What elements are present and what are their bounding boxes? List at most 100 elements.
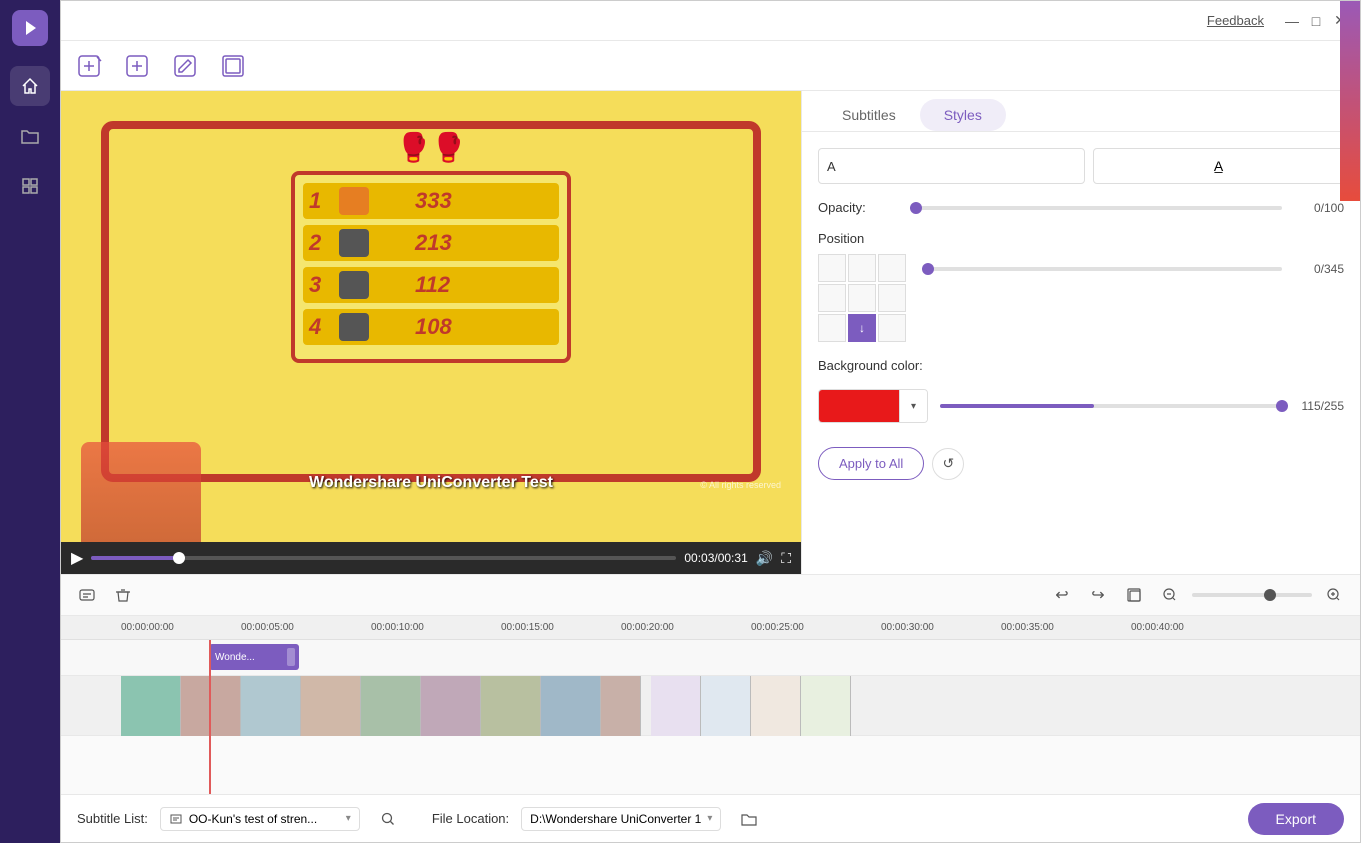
fullscreen-icon[interactable]: ⛶	[781, 550, 791, 567]
file-location-label: File Location:	[432, 811, 509, 826]
color-picker-button[interactable]: ▾	[818, 389, 928, 423]
toolbar-layout-icon[interactable]	[217, 50, 249, 82]
apply-to-all-button[interactable]: Apply to All	[818, 447, 924, 480]
right-panel: Subtitles Styles A A̲ Op	[801, 91, 1360, 574]
color-dropdown-arrow[interactable]: ▾	[899, 390, 927, 422]
video-watermark: Wondershare UniConverter Test	[309, 474, 553, 492]
file-path-value: D:\Wondershare UniConverter 1	[530, 812, 701, 826]
font-underline-btn[interactable]: A̲	[1093, 148, 1344, 184]
pos-cell-ml[interactable]	[818, 284, 846, 312]
pos-cell-bc[interactable]: ↓	[848, 314, 876, 342]
subtitle-track: Wonde...	[61, 640, 1360, 676]
timeline-cursor[interactable]	[209, 640, 211, 794]
search-button[interactable]	[372, 803, 404, 835]
sidebar-item-tools[interactable]	[10, 166, 50, 206]
pos-cell-mr[interactable]	[878, 284, 906, 312]
thumb-3	[241, 676, 301, 736]
thumb-12	[751, 676, 801, 736]
pos-cell-tl[interactable]	[818, 254, 846, 282]
undo-button[interactable]: ↩	[1048, 581, 1076, 609]
thumb-6	[421, 676, 481, 736]
thumb-11	[701, 676, 751, 736]
folder-button[interactable]	[733, 803, 765, 835]
panel-tabs: Subtitles Styles	[802, 91, 1360, 132]
redo-button[interactable]: ↪	[1084, 581, 1112, 609]
titlebar: Feedback — □ ✕	[61, 1, 1360, 41]
thumb-2	[181, 676, 241, 736]
bottom-bar: Subtitle List: OO-Kun's test of stren...…	[61, 794, 1360, 842]
thumb-8	[541, 676, 601, 736]
zoom-out-button[interactable]	[1156, 581, 1184, 609]
subtitle-icon	[169, 812, 183, 826]
font-style-row: A A̲	[818, 148, 1344, 184]
play-button[interactable]: ▶	[71, 548, 83, 568]
thumb-5	[361, 676, 421, 736]
subtitle-select[interactable]: OO-Kun's test of stren... ▾	[160, 807, 360, 831]
zoom-slider[interactable]	[1192, 593, 1312, 597]
subtitle-clip-label: Wonde...	[215, 652, 255, 663]
pos-cell-tc[interactable]	[848, 254, 876, 282]
thumb-1	[121, 676, 181, 736]
position-slider[interactable]	[922, 267, 1282, 271]
maximize-button[interactable]: □	[1308, 13, 1324, 29]
zoom-in-button[interactable]	[1320, 581, 1348, 609]
subtitle-list-label: Subtitle List:	[77, 811, 148, 826]
subtitle-clip[interactable]: Wonde...	[209, 644, 299, 670]
delete-tool-icon[interactable]	[109, 581, 137, 609]
toolbar-new-icon[interactable]	[73, 50, 105, 82]
opacity-row: Opacity: 0/100	[818, 200, 1344, 215]
position-value: 0/345	[1294, 262, 1344, 276]
tab-styles[interactable]: Styles	[920, 99, 1006, 131]
ruler-mark-4: 00:00:20:00	[621, 622, 674, 633]
toolbar-edit-icon[interactable]	[169, 50, 201, 82]
thumb-9	[601, 676, 641, 736]
font-preview[interactable]: A	[818, 148, 1085, 184]
subtitle-select-arrow: ▾	[346, 813, 351, 824]
pos-cell-tr[interactable]	[878, 254, 906, 282]
time-display: 00:03/00:31	[684, 551, 747, 565]
feedback-link[interactable]: Feedback	[1207, 13, 1264, 28]
position-slider-row: 0/345	[922, 262, 1344, 276]
bg-opacity-slider[interactable]	[940, 404, 1282, 408]
video-area: 🥊🥊 1 333 2	[61, 91, 801, 574]
timeline-ruler: 00:00:00:00 00:00:05:00 00:00:10:00 00:0…	[61, 616, 1360, 640]
opacity-slider[interactable]	[910, 206, 1282, 210]
ruler-mark-2: 00:00:10:00	[371, 622, 424, 633]
sidebar-item-home[interactable]	[10, 66, 50, 106]
tab-subtitles[interactable]: Subtitles	[818, 99, 920, 131]
timeline-toolbar: ↩ ↪	[61, 575, 1360, 616]
sidebar	[0, 0, 60, 843]
progress-bar[interactable]	[91, 556, 676, 560]
file-path-select[interactable]: D:\Wondershare UniConverter 1 ▾	[521, 807, 721, 831]
bg-color-controls: ▾ 115/255	[818, 389, 1344, 423]
reset-button[interactable]: ↺	[932, 448, 964, 480]
pos-cell-br[interactable]	[878, 314, 906, 342]
video-thumbnails	[121, 676, 851, 736]
thumb-10	[651, 676, 701, 736]
copy-frame-button[interactable]	[1120, 581, 1148, 609]
clip-drag-handle[interactable]	[287, 648, 295, 666]
subtitle-tool-icon[interactable]	[73, 581, 101, 609]
timeline-tracks: Wonde...	[61, 640, 1360, 794]
position-label: Position	[818, 231, 1344, 246]
upper-area: 🥊🥊 1 333 2	[61, 91, 1360, 574]
position-grid: ↓	[818, 254, 906, 342]
opacity-label: Opacity:	[818, 200, 898, 215]
subtitle-select-value: OO-Kun's test of stren...	[189, 812, 317, 826]
export-button[interactable]: Export	[1248, 803, 1344, 835]
main-area: 🥊🥊 1 333 2	[61, 91, 1360, 842]
thumb-13	[801, 676, 851, 736]
sidebar-item-folder[interactable]	[10, 116, 50, 156]
toolbar-add-icon[interactable]	[121, 50, 153, 82]
ruler-mark-7: 00:00:35:00	[1001, 622, 1054, 633]
pos-cell-mc[interactable]	[848, 284, 876, 312]
ruler-mark-8: 00:00:40:00	[1131, 622, 1184, 633]
volume-icon[interactable]: 🔊	[756, 550, 773, 567]
file-path-arrow: ▾	[707, 813, 712, 824]
bg-opacity-value: 115/255	[1294, 399, 1344, 413]
minimize-button[interactable]: —	[1284, 13, 1300, 29]
color-swatch	[819, 390, 899, 422]
timeline-area: ↩ ↪	[61, 574, 1360, 794]
pos-cell-bl[interactable]	[818, 314, 846, 342]
position-section: Position	[818, 231, 1344, 342]
